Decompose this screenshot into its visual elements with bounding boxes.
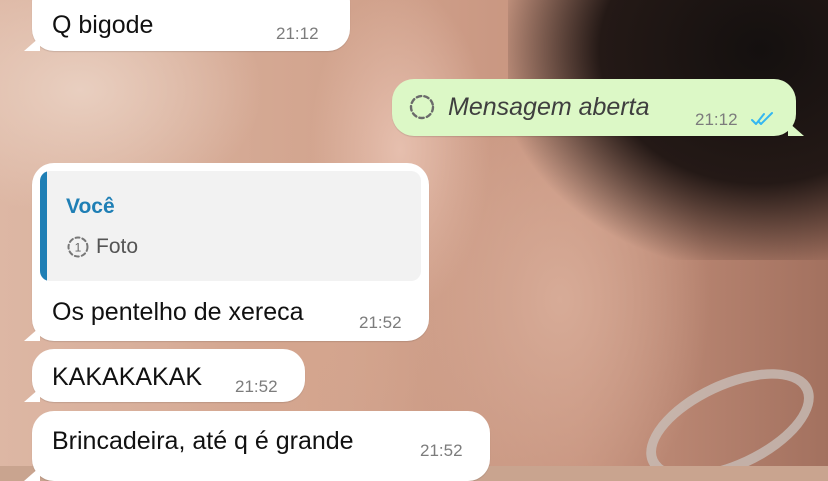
double-check-read-icon [751, 112, 773, 125]
message-bubble-incoming[interactable]: Q bigode 21:12 [24, 0, 350, 51]
message-timestamp: 21:52 [359, 313, 402, 332]
message-text: Brincadeira, até q é grande [52, 427, 354, 455]
quoted-text: Foto [96, 235, 139, 258]
message-text: KAKAKAKAK [52, 363, 203, 391]
svg-text:1: 1 [75, 241, 82, 255]
quoted-author: Você [66, 195, 115, 218]
message-timestamp: 21:52 [420, 441, 463, 460]
view-once-opened-icon [409, 94, 435, 120]
message-bubble-incoming[interactable]: Brincadeira, até q é grande 21:52 [24, 411, 490, 481]
message-bubble-incoming[interactable]: Você 1 Foto Os pentelho de xereca 21:52 [24, 163, 429, 341]
message-timestamp: 21:52 [235, 377, 278, 396]
message-bubble-outgoing[interactable]: Mensagem aberta 21:12 [392, 79, 804, 136]
message-bubble-incoming[interactable]: KAKAKAKAK 21:52 [24, 349, 305, 402]
message-timestamp: 21:12 [276, 24, 319, 43]
quoted-message[interactable]: Você 1 Foto [40, 171, 421, 281]
message-text: Os pentelho de xereca [52, 298, 304, 326]
view-once-photo-icon: 1 [67, 236, 89, 258]
quote-accent-bar [40, 171, 47, 281]
message-timestamp: 21:12 [695, 110, 738, 129]
message-text: Mensagem aberta [448, 93, 650, 121]
message-text: Q bigode [52, 11, 154, 39]
